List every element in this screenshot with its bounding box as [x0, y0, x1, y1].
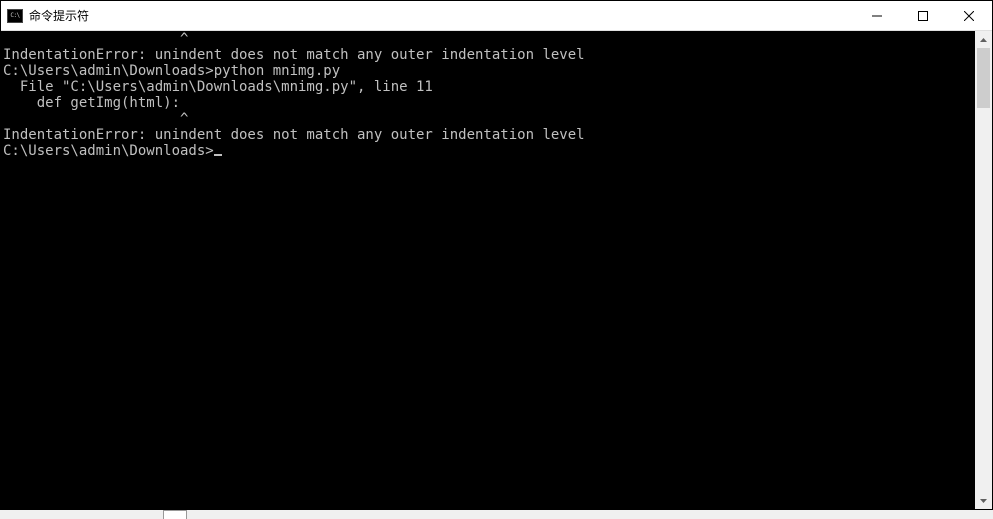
background-artifact	[163, 510, 187, 519]
command-prompt-window: 命令提示符 ^IndentationError: unindent does n…	[0, 0, 993, 510]
terminal-line: C:\Users\admin\Downloads>	[3, 143, 975, 159]
scrollbar-track[interactable]	[975, 48, 992, 492]
terminal-line: File "C:\Users\admin\Downloads\mnimg.py"…	[3, 79, 975, 95]
terminal-line: C:\Users\admin\Downloads>python mnimg.py	[3, 63, 975, 79]
cmd-icon	[7, 9, 23, 23]
terminal-line: IndentationError: unindent does not matc…	[3, 127, 975, 143]
scroll-down-button[interactable]	[975, 492, 992, 509]
titlebar[interactable]: 命令提示符	[1, 1, 992, 31]
terminal-line: IndentationError: unindent does not matc…	[3, 47, 975, 63]
window-controls	[854, 1, 992, 30]
terminal-line: ^	[3, 111, 975, 127]
scrollbar-thumb[interactable]	[977, 48, 990, 108]
scroll-up-button[interactable]	[975, 31, 992, 48]
vertical-scrollbar[interactable]	[975, 31, 992, 509]
titlebar-left: 命令提示符	[1, 7, 854, 24]
minimize-button[interactable]	[854, 1, 900, 30]
terminal-area: ^IndentationError: unindent does not mat…	[1, 31, 992, 509]
maximize-button[interactable]	[900, 1, 946, 30]
terminal-output[interactable]: ^IndentationError: unindent does not mat…	[1, 31, 975, 509]
terminal-line: def getImg(html):	[3, 95, 975, 111]
close-button[interactable]	[946, 1, 992, 30]
cursor	[214, 154, 222, 156]
window-title: 命令提示符	[29, 7, 89, 24]
terminal-line: ^	[3, 31, 975, 47]
